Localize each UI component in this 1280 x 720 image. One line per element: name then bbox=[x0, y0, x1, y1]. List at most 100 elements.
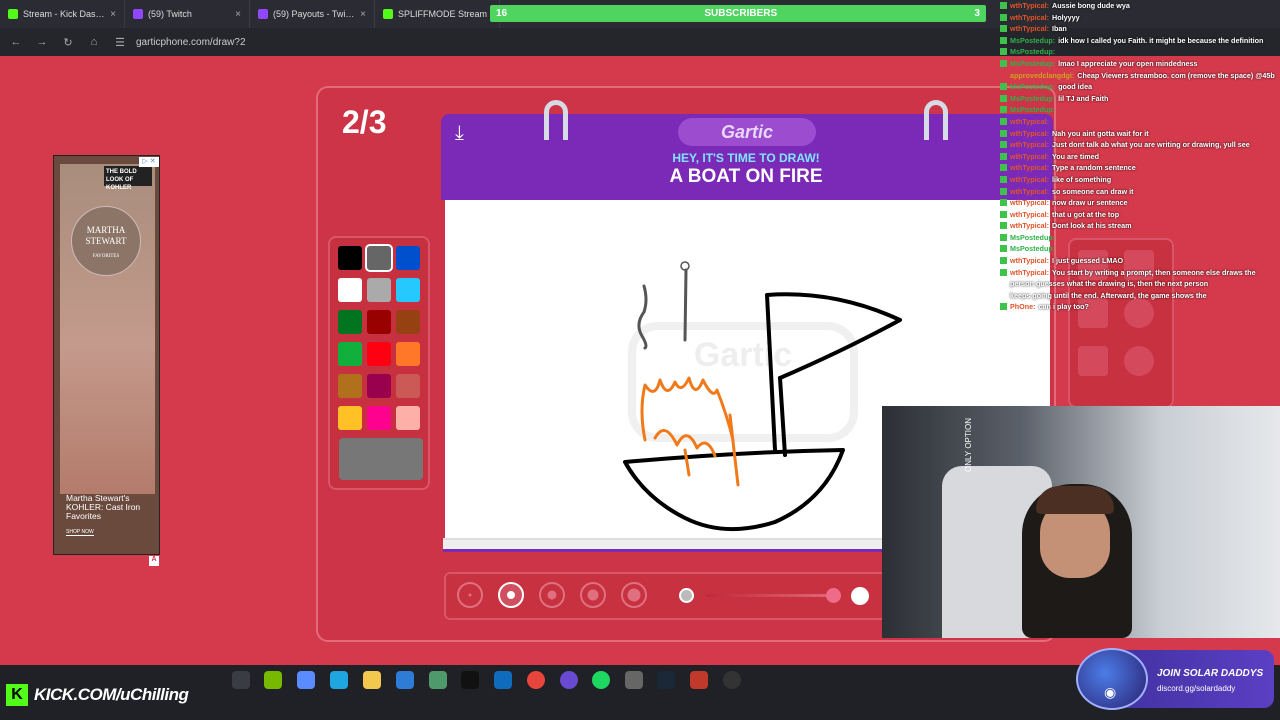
chat-username[interactable]: wthTypical: bbox=[1010, 197, 1049, 209]
chat-username[interactable]: wthTypical: bbox=[1010, 186, 1049, 198]
color-swatch[interactable] bbox=[367, 374, 391, 398]
color-swatch[interactable] bbox=[367, 278, 391, 302]
download-icon[interactable]: ⤓ bbox=[455, 122, 464, 145]
color-swatch[interactable] bbox=[338, 374, 362, 398]
chat-message: wthTypical: I just guessed LMAO bbox=[1000, 255, 1280, 267]
forward-icon[interactable]: → bbox=[36, 36, 48, 48]
color-swatch[interactable] bbox=[396, 310, 420, 334]
color-swatch[interactable] bbox=[367, 310, 391, 334]
chat-username[interactable]: wthTypical: bbox=[1010, 162, 1049, 174]
sidebar-ad[interactable]: THE BOLD LOOK OF KOHLER MARTHA STEWART F… bbox=[53, 155, 160, 555]
chat-username[interactable]: wthTypical: bbox=[1010, 151, 1049, 163]
tab-kick-dashboard[interactable]: Stream - Kick Dashbo × bbox=[0, 0, 125, 28]
color-swatch[interactable] bbox=[396, 278, 420, 302]
color-swatch[interactable] bbox=[396, 406, 420, 430]
copilot-icon[interactable] bbox=[297, 671, 315, 689]
color-swatch[interactable] bbox=[338, 310, 362, 334]
app-icon[interactable] bbox=[429, 671, 447, 689]
rectangle-fill-tool[interactable] bbox=[1078, 346, 1108, 376]
chat-username[interactable]: MsPostedup: bbox=[1010, 46, 1055, 58]
chat-username[interactable]: wthTypical: bbox=[1010, 116, 1049, 128]
chat-username[interactable]: wthTypical: bbox=[1010, 12, 1049, 24]
chat-username[interactable]: MsPostedup: bbox=[1010, 232, 1055, 244]
ellipse-fill-tool[interactable] bbox=[1124, 346, 1154, 376]
chat-text: like of something bbox=[1052, 174, 1112, 184]
nvidia-icon[interactable] bbox=[264, 671, 282, 689]
chat-username[interactable]: approvedclangdgi: bbox=[1010, 70, 1074, 82]
ad-choices-badge[interactable]: A bbox=[149, 556, 159, 566]
ad-shop-now[interactable]: SHOP NOW bbox=[66, 529, 94, 536]
chat-username[interactable]: wthTypical: bbox=[1010, 139, 1049, 151]
chat-badge-icon bbox=[1000, 199, 1007, 207]
chat-username[interactable]: MsPostedup: bbox=[1010, 243, 1055, 255]
sail-stroke bbox=[765, 292, 902, 452]
chat-username[interactable]: wthTypical: bbox=[1010, 128, 1049, 140]
brush-size-4[interactable] bbox=[580, 582, 606, 608]
chat-username[interactable]: MsPostedup: bbox=[1010, 104, 1055, 116]
opacity-slider-handle[interactable] bbox=[826, 588, 841, 603]
chat-username[interactable]: wthTypical: bbox=[1010, 220, 1049, 232]
app-dark-icon[interactable] bbox=[723, 671, 741, 689]
chat-username[interactable]: MsPostedup: bbox=[1010, 35, 1055, 47]
color-swatch[interactable] bbox=[367, 342, 391, 366]
site-info-icon[interactable]: ☰ bbox=[114, 36, 126, 49]
spotify-icon[interactable] bbox=[592, 671, 610, 689]
outlook-icon[interactable] bbox=[494, 671, 512, 689]
color-swatch[interactable] bbox=[338, 342, 362, 366]
home-icon[interactable]: ⌂ bbox=[88, 36, 100, 48]
color-swatch[interactable] bbox=[396, 374, 420, 398]
opacity-slider[interactable] bbox=[706, 594, 836, 597]
fire-stroke bbox=[640, 376, 740, 487]
chrome-icon[interactable] bbox=[527, 671, 545, 689]
app-red-icon[interactable] bbox=[690, 671, 708, 689]
color-swatch[interactable] bbox=[338, 406, 362, 430]
store-icon[interactable] bbox=[396, 671, 414, 689]
color-swatch[interactable] bbox=[338, 246, 362, 270]
chat-username[interactable]: wthTypical: bbox=[1010, 255, 1049, 267]
chat-username[interactable]: wthTypical: bbox=[1010, 174, 1049, 186]
chat-message: wthTypical: You are timed bbox=[1000, 151, 1280, 163]
back-icon[interactable]: ← bbox=[10, 36, 22, 48]
chat-username[interactable]: MsPostedup: bbox=[1010, 93, 1055, 105]
chat-badge-icon bbox=[1000, 233, 1007, 241]
chat-username[interactable]: wthTypical: bbox=[1010, 209, 1049, 221]
ad-seal-sub: FAVORITES bbox=[92, 254, 120, 259]
chat-message: wthTypical: Just dont talk ab what you ar… bbox=[1000, 139, 1280, 151]
brush-size-1[interactable] bbox=[457, 582, 483, 608]
tab-twitch-payouts[interactable]: (59) Payouts - Twitch × bbox=[250, 0, 375, 28]
reload-icon[interactable]: ↻ bbox=[62, 36, 74, 49]
color-swatch[interactable] bbox=[396, 342, 420, 366]
obs-icon[interactable] bbox=[560, 671, 578, 689]
edge-icon[interactable] bbox=[330, 671, 348, 689]
chat-text: person guesses what the drawing is, then… bbox=[1010, 279, 1209, 289]
close-icon[interactable]: × bbox=[360, 9, 366, 20]
close-icon[interactable]: × bbox=[110, 9, 116, 20]
settings-gear-icon[interactable] bbox=[625, 671, 643, 689]
subscriber-label: SUBSCRIBERS bbox=[704, 8, 778, 19]
brush-size-3[interactable] bbox=[539, 582, 565, 608]
ad-close-icon[interactable]: ▷ ✕ bbox=[139, 157, 159, 167]
brush-size-2[interactable] bbox=[498, 582, 524, 608]
chat-username[interactable]: wthTypical: bbox=[1010, 0, 1049, 12]
file-explorer-icon[interactable] bbox=[363, 671, 381, 689]
task-view-icon[interactable] bbox=[232, 671, 250, 689]
tiktok-icon[interactable] bbox=[461, 671, 479, 689]
chat-username[interactable]: PhOne: bbox=[1010, 301, 1036, 313]
chat-badge-icon bbox=[1000, 257, 1007, 265]
color-swatch[interactable] bbox=[365, 244, 393, 272]
chat-text: lmao I appreciate your open mindedness bbox=[1058, 58, 1198, 68]
steam-icon[interactable] bbox=[657, 671, 675, 689]
color-swatch[interactable] bbox=[338, 278, 362, 302]
close-icon[interactable]: × bbox=[235, 9, 241, 20]
tab-spliffmode[interactable]: SPLIFFMODE Stream bbox=[375, 0, 500, 28]
color-swatch[interactable] bbox=[367, 406, 391, 430]
chat-username[interactable]: wthTypical: bbox=[1010, 23, 1049, 35]
url-field[interactable]: garticphone.com/draw?2 bbox=[136, 37, 246, 48]
chat-username[interactable]: MsPostedup: bbox=[1010, 81, 1055, 93]
chat-text: can i play too? bbox=[1038, 302, 1089, 312]
tab-twitch[interactable]: (59) Twitch × bbox=[125, 0, 250, 28]
brush-size-5[interactable] bbox=[621, 582, 647, 608]
chat-username[interactable]: wthTypical: bbox=[1010, 267, 1049, 279]
chat-username[interactable]: MsPostedup: bbox=[1010, 58, 1055, 70]
color-swatch[interactable] bbox=[396, 246, 420, 270]
